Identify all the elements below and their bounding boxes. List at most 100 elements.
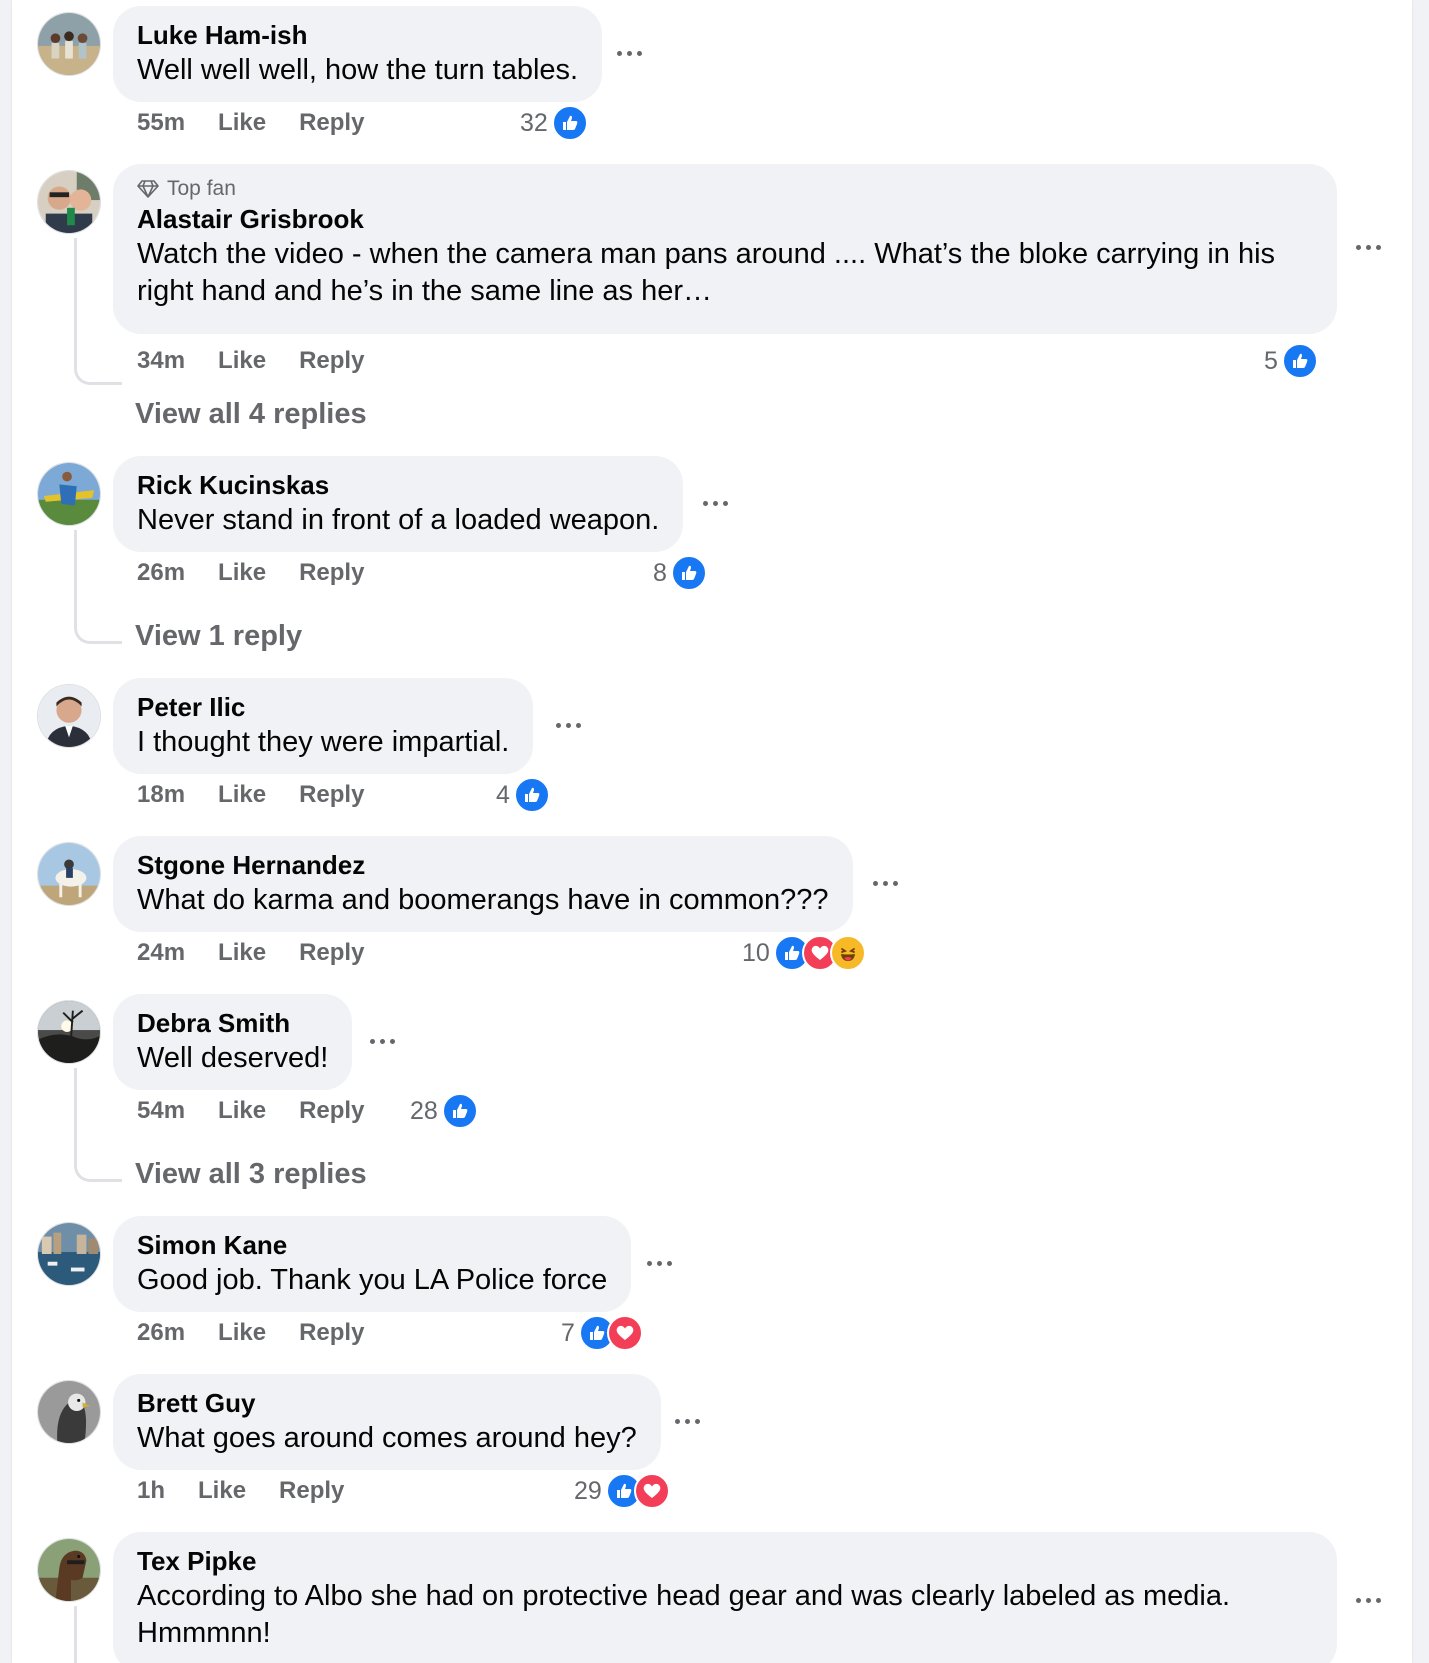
- top-fan-badge: Top fan: [137, 176, 1313, 202]
- author-name[interactable]: Stgone Hernandez: [137, 848, 829, 882]
- comment-text: Well well well, how the turn tables.: [137, 54, 579, 86]
- reaction-summary[interactable]: 29: [574, 1472, 670, 1510]
- avatar[interactable]: [37, 1000, 101, 1064]
- reaction-count: 7: [561, 1318, 575, 1347]
- comment-bubble: Stgone Hernandez What do karma and boome…: [113, 836, 853, 932]
- like-reaction-icon: [670, 555, 707, 591]
- thread-line: [74, 1606, 77, 1663]
- more-options-icon[interactable]: [1348, 227, 1388, 267]
- reply-button[interactable]: Reply: [299, 1097, 364, 1125]
- more-options-icon[interactable]: [362, 1021, 402, 1061]
- author-name[interactable]: Debra Smith: [137, 1006, 328, 1040]
- author-name[interactable]: Simon Kane: [137, 1228, 607, 1262]
- screen: Luke Ham-ish Well well well, how the tur…: [0, 0, 1429, 1663]
- reaction-count: 28: [410, 1096, 438, 1125]
- comment-text: Never stand in front of a loaded weapon.: [137, 504, 660, 536]
- timestamp[interactable]: 26m: [137, 559, 185, 587]
- more-options-icon[interactable]: [1348, 1580, 1388, 1620]
- comment-actions: 1h Like Reply: [137, 1474, 344, 1508]
- comment-actions: 26m Like Reply: [137, 556, 364, 590]
- reply-button[interactable]: Reply: [299, 1319, 364, 1347]
- comment-bubble: Luke Ham-ish Well well well, how the tur…: [113, 6, 603, 102]
- like-reaction-icon: [513, 777, 550, 813]
- thread-line: [74, 238, 77, 333]
- reaction-count: 10: [742, 938, 770, 967]
- reaction-summary[interactable]: 7: [561, 1314, 643, 1352]
- reply-button[interactable]: Reply: [279, 1477, 344, 1505]
- timestamp[interactable]: 26m: [137, 1319, 185, 1347]
- more-options-icon[interactable]: [667, 1401, 707, 1441]
- like-button[interactable]: Like: [198, 1477, 246, 1505]
- author-name[interactable]: Brett Guy: [137, 1386, 637, 1420]
- like-button[interactable]: Like: [218, 939, 266, 967]
- diamond-icon: [137, 180, 159, 198]
- reaction-count: 4: [496, 780, 510, 809]
- comment-text: What goes around comes around hey?: [137, 1422, 637, 1454]
- comment-actions: 34m Like Reply: [137, 344, 364, 378]
- timestamp[interactable]: 18m: [137, 781, 185, 809]
- timestamp[interactable]: 54m: [137, 1097, 185, 1125]
- comment-text: Well deserved!: [137, 1042, 329, 1074]
- like-button[interactable]: Like: [218, 559, 266, 587]
- like-button[interactable]: Like: [218, 347, 266, 375]
- reaction-summary[interactable]: 10: [742, 934, 866, 972]
- love-reaction-icon: [606, 1315, 643, 1351]
- timestamp[interactable]: 1h: [137, 1477, 165, 1505]
- reaction-summary[interactable]: 28: [410, 1092, 478, 1130]
- author-name[interactable]: Alastair Grisbrook: [137, 202, 1313, 236]
- avatar[interactable]: [37, 462, 101, 526]
- reaction-summary[interactable]: 4: [496, 776, 550, 814]
- badge-label: Top fan: [167, 177, 236, 200]
- timestamp[interactable]: 34m: [137, 347, 185, 375]
- view-replies-link[interactable]: View all 3 replies: [135, 1156, 367, 1192]
- comment-actions: 24m Like Reply: [137, 936, 364, 970]
- like-button[interactable]: Like: [218, 109, 266, 137]
- reply-button[interactable]: Reply: [299, 109, 364, 137]
- thread-line: [74, 592, 122, 644]
- comment-text: What do karma and boomerangs have in com…: [137, 884, 829, 916]
- like-reaction-icon: [1281, 343, 1318, 379]
- comment-bubble: Top fan Alastair Grisbrook Watch the vid…: [113, 164, 1337, 334]
- reaction-summary[interactable]: 5: [1264, 342, 1318, 380]
- avatar[interactable]: [37, 684, 101, 748]
- more-options-icon[interactable]: [548, 705, 588, 745]
- comment-bubble: Simon Kane Good job. Thank you LA Police…: [113, 1216, 632, 1312]
- reply-button[interactable]: Reply: [299, 347, 364, 375]
- avatar[interactable]: [37, 12, 101, 76]
- reply-button[interactable]: Reply: [299, 559, 364, 587]
- comments-panel: Luke Ham-ish Well well well, how the tur…: [12, 0, 1412, 1663]
- avatar[interactable]: [37, 1538, 101, 1602]
- author-name[interactable]: Tex Pipke: [137, 1544, 1313, 1578]
- haha-reaction-icon: [829, 935, 866, 971]
- reaction-count: 8: [653, 558, 667, 587]
- reaction-count: 32: [520, 108, 548, 137]
- avatar[interactable]: [37, 1380, 101, 1444]
- timestamp[interactable]: 55m: [137, 109, 185, 137]
- reaction-summary[interactable]: 8: [653, 554, 707, 592]
- more-options-icon[interactable]: [609, 33, 649, 73]
- like-button[interactable]: Like: [218, 1319, 266, 1347]
- view-replies-link[interactable]: View all 4 replies: [135, 396, 367, 432]
- timestamp[interactable]: 24m: [137, 939, 185, 967]
- reaction-summary[interactable]: 32: [520, 104, 588, 142]
- more-options-icon[interactable]: [865, 863, 905, 903]
- avatar[interactable]: [37, 842, 101, 906]
- reply-button[interactable]: Reply: [299, 939, 364, 967]
- avatar[interactable]: [37, 170, 101, 234]
- reply-button[interactable]: Reply: [299, 781, 364, 809]
- comment-bubble: Debra Smith Well deserved!: [113, 994, 353, 1090]
- more-options-icon[interactable]: [695, 483, 735, 523]
- comment-actions: 26m Like Reply: [137, 1316, 364, 1350]
- avatar[interactable]: [37, 1222, 101, 1286]
- like-button[interactable]: Like: [218, 1097, 266, 1125]
- comment-actions: 55m Like Reply: [137, 106, 364, 140]
- thread-line: [74, 1068, 77, 1130]
- reaction-count: 5: [1264, 346, 1278, 375]
- author-name[interactable]: Rick Kucinskas: [137, 468, 659, 502]
- view-replies-link[interactable]: View 1 reply: [135, 618, 302, 654]
- like-button[interactable]: Like: [218, 781, 266, 809]
- comment-actions: 18m Like Reply: [137, 778, 364, 812]
- author-name[interactable]: Luke Ham-ish: [137, 18, 578, 52]
- author-name[interactable]: Peter Ilic: [137, 690, 509, 724]
- more-options-icon[interactable]: [639, 1243, 679, 1283]
